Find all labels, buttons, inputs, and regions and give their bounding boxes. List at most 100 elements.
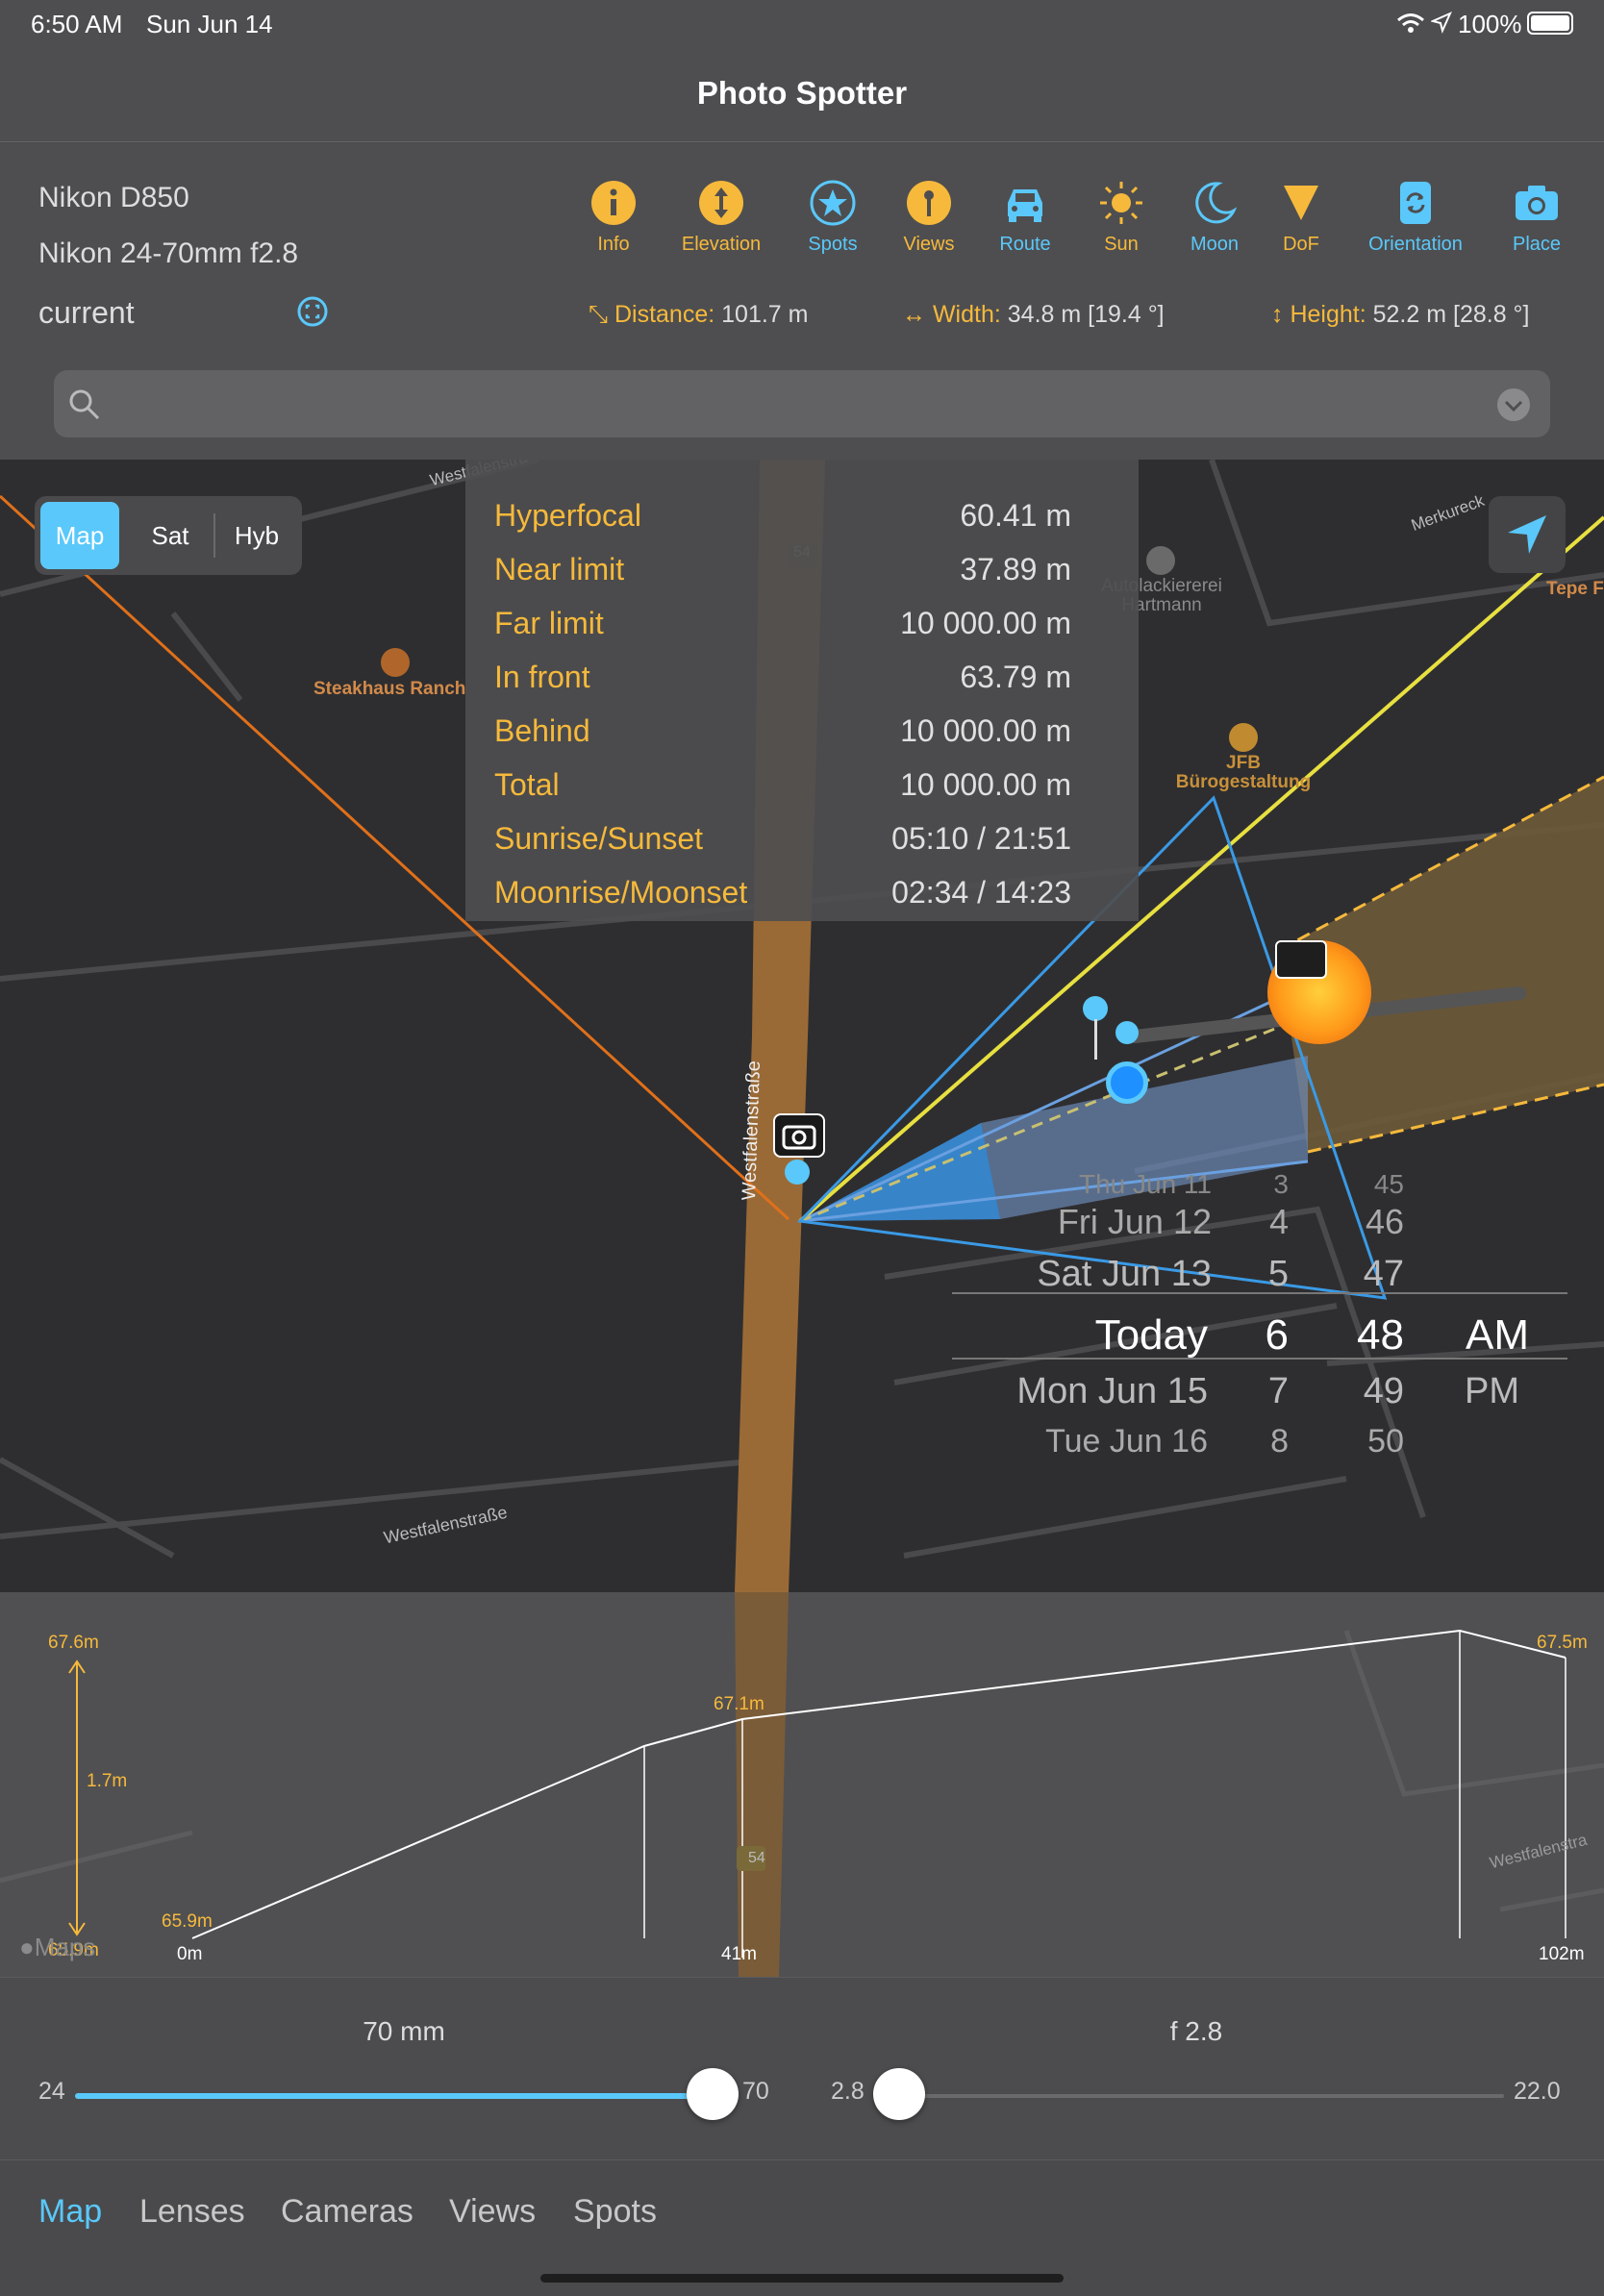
home-indicator[interactable] [540, 2274, 1064, 2283]
pin-icon [907, 181, 951, 225]
sun-icon [1100, 182, 1142, 224]
dof-label: Far limit [494, 606, 604, 640]
focal-length-thumb[interactable] [687, 2068, 739, 2120]
picker-hour[interactable]: 8 [1241, 1423, 1289, 1460]
picker-minute[interactable]: 45 [1337, 1169, 1404, 1200]
lens-controls: 70 mm 24 70 f 2.8 2.8 22.0 [0, 1977, 1604, 2159]
tool-info-button[interactable]: Info [556, 178, 671, 256]
dof-value: 10 000.00 m [900, 767, 1071, 802]
picker-hour[interactable]: 4 [1241, 1202, 1289, 1242]
width-readout: ↔ Width: 34.8 m [19.4 °] [902, 301, 1165, 329]
elevation-start-label: 65.9m [162, 1911, 213, 1932]
page-title: Photo Spotter [696, 75, 908, 111]
dof-row-far-limit: Far limit 10 000.00 m [494, 606, 1129, 641]
distance-readout: ⤡ Distance: 101.7 m [589, 301, 808, 329]
picker-day-selected[interactable]: Today [952, 1311, 1208, 1360]
focal-length-track[interactable] [75, 2093, 714, 2099]
briefcase-icon[interactable] [1229, 723, 1258, 752]
lens-name[interactable]: Nikon 24-70mm f2.8 [38, 237, 298, 270]
picker-hour[interactable]: 3 [1241, 1169, 1289, 1200]
map-type-hyb[interactable]: Hyb [217, 502, 296, 569]
picker-minute[interactable]: 50 [1337, 1423, 1404, 1460]
user-location-button[interactable] [1489, 496, 1566, 573]
elevation-peak-label: 67.1m [714, 1694, 764, 1714]
tool-orientation-button[interactable]: Orientation [1358, 178, 1473, 256]
location-name[interactable]: current [38, 295, 135, 331]
tool-route-label: Route [999, 234, 1051, 255]
battery-percent: 100% [1458, 10, 1522, 38]
tool-sun-label: Sun [1104, 234, 1139, 255]
view-pin[interactable] [1115, 1021, 1139, 1044]
picker-hour[interactable]: 5 [1241, 1254, 1289, 1295]
map-type-control[interactable]: Map Sat Hyb [35, 496, 302, 575]
search-bar[interactable] [54, 370, 1550, 437]
tab-spots[interactable]: Spots [573, 2193, 657, 2231]
view-pin[interactable] [1083, 996, 1108, 1021]
locate-icon[interactable] [296, 295, 329, 328]
dof-value: 02:34 / 14:23 [891, 875, 1071, 910]
aperture-thumb[interactable] [873, 2068, 925, 2120]
camera-icon [782, 1125, 816, 1150]
picker-day[interactable]: Sat Jun 13 [952, 1254, 1212, 1295]
view-pin-stem [1094, 1019, 1097, 1060]
distance-mid-label: 41m [721, 1944, 757, 1964]
status-date: Sun Jun 14 [146, 10, 273, 38]
picker-ampm-selected[interactable]: AM [1433, 1311, 1529, 1360]
tool-elevation-button[interactable]: Elevation [664, 178, 779, 256]
dof-row-near-limit: Near limit 37.89 m [494, 552, 1129, 587]
car-repair-icon[interactable] [1146, 546, 1175, 575]
distance-value: 101.7 m [721, 301, 809, 328]
camera-pin[interactable] [785, 1160, 810, 1185]
apple-logo-icon: ● [19, 1933, 35, 1961]
camera-name[interactable]: Nikon D850 [38, 182, 189, 214]
picker-minute[interactable]: 49 [1337, 1371, 1404, 1412]
aperture-title: f 2.8 [1169, 2016, 1223, 2046]
picker-minute-selected[interactable]: 48 [1337, 1311, 1404, 1360]
camera-marker-icon[interactable] [773, 1113, 825, 1158]
moon-icon [1195, 182, 1238, 224]
picker-ampm[interactable]: PM [1433, 1371, 1519, 1412]
tab-views[interactable]: Views [449, 2193, 536, 2231]
height-label: Height: [1290, 301, 1366, 328]
aperture-track[interactable] [885, 2094, 1504, 2098]
dof-row-behind: Behind 10 000.00 m [494, 713, 1129, 749]
tab-map[interactable]: Map [38, 2193, 102, 2231]
picker-hour[interactable]: 7 [1241, 1371, 1289, 1412]
target-marker[interactable] [1106, 1061, 1148, 1104]
picker-minute[interactable]: 46 [1337, 1202, 1404, 1242]
restaurant-icon[interactable] [381, 648, 410, 677]
distance-label: Distance: [614, 301, 715, 328]
picker-day[interactable]: Tue Jun 16 [952, 1423, 1208, 1460]
search-input[interactable] [112, 382, 1458, 426]
picker-day[interactable]: Mon Jun 15 [952, 1371, 1208, 1412]
picker-day[interactable]: Fri Jun 12 [952, 1202, 1212, 1242]
elevation-chart [0, 1592, 1604, 1977]
status-time: 6:50 AM [31, 10, 123, 38]
poi-label[interactable]: JFB Bürogestaltung [1162, 754, 1325, 792]
poi-label[interactable]: Steakhaus Ranch [313, 679, 465, 700]
star-icon [810, 180, 856, 226]
tool-place-button[interactable]: Place [1479, 178, 1594, 256]
dof-row-total: Total 10 000.00 m [494, 767, 1129, 803]
dof-value: 05:10 / 21:51 [891, 821, 1071, 856]
tool-moon-label: Moon [1190, 234, 1240, 255]
dof-label: Behind [494, 713, 590, 748]
picker-hour-selected[interactable]: 6 [1241, 1311, 1289, 1360]
tool-dof-button[interactable]: DoF [1243, 178, 1359, 256]
map-view[interactable]: Westfalenstra Merkureck Westfalenstraße … [0, 460, 1604, 1592]
map-type-map[interactable]: Map [40, 502, 119, 569]
picker-minute[interactable]: 47 [1337, 1254, 1404, 1295]
search-icon [69, 389, 100, 420]
poi-label[interactable]: Tepe F [1546, 579, 1604, 600]
tab-lenses[interactable]: Lenses [139, 2193, 245, 2231]
map-type-sat[interactable]: Sat [131, 502, 210, 569]
dof-label: Hyperfocal [494, 498, 641, 533]
date-time-picker[interactable]: Thu Jun 11 Fri Jun 12 Sat Jun 13 Today M… [952, 1161, 1567, 1460]
tab-bar: Map Lenses Cameras Views Spots [0, 2159, 1604, 2296]
tab-cameras[interactable]: Cameras [281, 2193, 414, 2231]
poi-label-line: Bürogestaltung [1175, 772, 1312, 792]
elevation-profile: 67.6m 1.7m 65.9m 65.9m 67.1m 67.5m 0m 41… [0, 1592, 1604, 1977]
picker-day[interactable]: Thu Jun 11 [952, 1169, 1212, 1200]
dof-icon [1284, 186, 1318, 220]
chevron-down-icon[interactable] [1496, 387, 1531, 422]
